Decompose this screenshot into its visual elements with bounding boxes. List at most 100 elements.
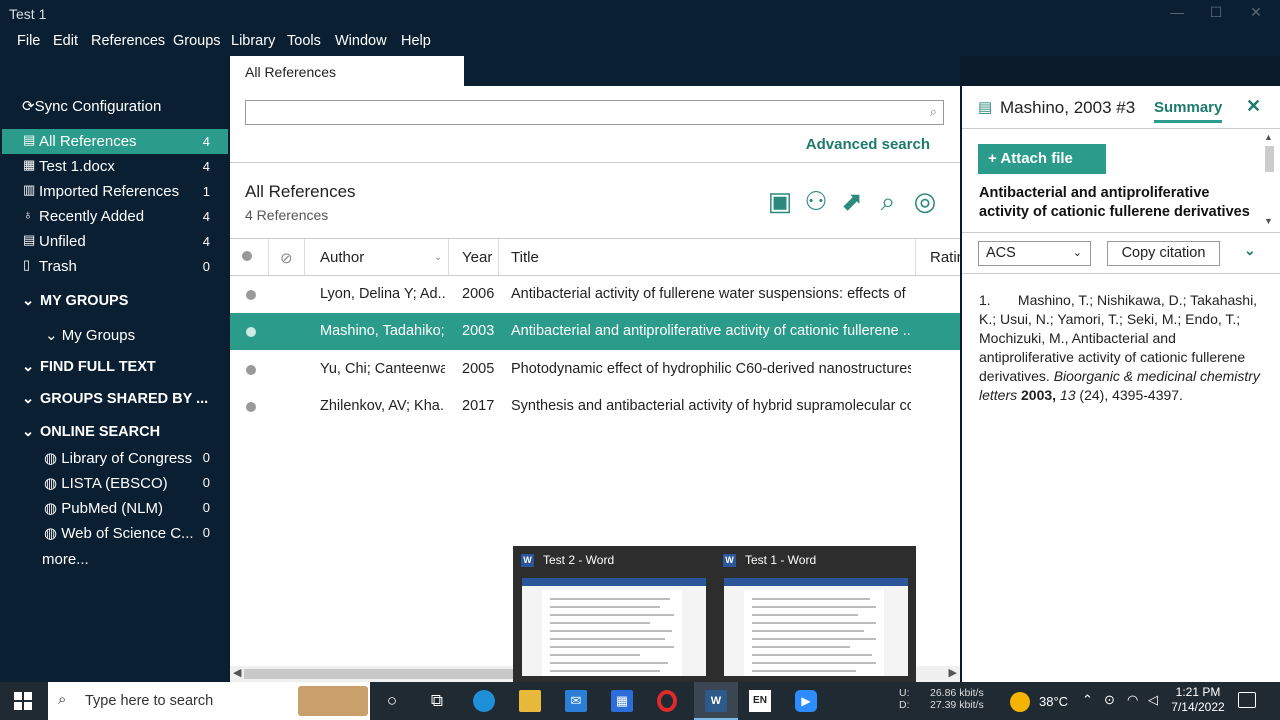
sidebar-item-count: 4 — [202, 159, 210, 174]
cortana-icon[interactable]: ○ — [381, 690, 403, 712]
bell-icon: ♁ — [23, 207, 33, 222]
vertical-scrollbar[interactable]: ▲ ▼ — [1262, 132, 1276, 227]
menu-edit[interactable]: Edit — [53, 33, 78, 49]
zoom-icon[interactable]: ▶ — [795, 690, 817, 712]
export-arrow-icon[interactable]: ⬈ — [835, 184, 869, 218]
document-preview — [724, 578, 908, 676]
sidebar-item-label: Imported References — [39, 183, 180, 200]
sidebar-item-recently-added[interactable]: ♁ Recently Added 4 — [2, 204, 228, 229]
word-icon[interactable]: W — [705, 690, 727, 712]
menu-groups[interactable]: Groups — [173, 33, 221, 49]
maximize-button[interactable]: ☐ — [1196, 4, 1236, 24]
scroll-down-icon[interactable]: ▼ — [1264, 216, 1273, 226]
menu-tools[interactable]: Tools — [287, 33, 321, 49]
citation-style-select[interactable]: ACS ⌄ — [978, 241, 1091, 266]
scrollbar-thumb[interactable] — [1265, 146, 1274, 172]
clipboard-icon: ▤ — [978, 99, 993, 116]
word-window-thumbnail[interactable]: W Test 2 - Word — [513, 546, 713, 682]
find-full-text-header[interactable]: ⌄ FIND FULL TEXT — [22, 359, 156, 375]
close-window-button[interactable]: ✕ — [1236, 4, 1276, 24]
mail-icon[interactable]: ✉ — [565, 690, 587, 712]
menu-window[interactable]: Window — [335, 33, 387, 49]
table-row[interactable]: Lyon, Delina Y; Ad... 2006 Antibacterial… — [230, 276, 960, 313]
scroll-left-icon[interactable]: ◀ — [233, 666, 241, 679]
endnote-icon[interactable]: EN — [749, 690, 771, 712]
menu-help[interactable]: Help — [401, 33, 431, 49]
find-pdf-icon[interactable]: ⌕ — [871, 184, 905, 218]
chevron-down-icon: ⌄ — [22, 293, 35, 309]
groups-shared-header[interactable]: ⌄ GROUPS SHARED BY ... — [22, 391, 208, 407]
menu-bar: File Edit References Groups Library Tool… — [0, 28, 1280, 56]
tray-chevron-up-icon[interactable]: ⌃ — [1082, 692, 1093, 708]
tab-strip: All References — [230, 56, 960, 86]
copy-citation-button[interactable]: Copy citation — [1107, 241, 1220, 266]
sidebar-item-label: Trash — [39, 258, 77, 275]
globe-icon: ◍ — [44, 500, 58, 517]
tab-all-references[interactable]: All References — [230, 56, 464, 86]
device-icon[interactable]: ⊙ — [1104, 692, 1115, 708]
online-item-library-of-congress[interactable]: ◍ Library of Congress 0 — [44, 449, 228, 467]
column-author[interactable]: Author — [320, 249, 364, 266]
sidebar-item-unfiled[interactable]: ▤ Unfiled 4 — [2, 229, 228, 254]
online-more-link[interactable]: more... — [42, 551, 89, 568]
column-rating[interactable]: Ratin — [930, 249, 960, 266]
my-groups-header[interactable]: ⌄ MY GROUPS — [22, 293, 128, 309]
edge-browser-icon[interactable] — [473, 690, 495, 712]
word-window-thumbnail[interactable]: W Test 1 - Word — [715, 546, 915, 682]
search-icon[interactable]: ⌕ — [930, 104, 937, 120]
chevron-down-icon[interactable]: ⌄ — [1244, 242, 1256, 259]
scroll-right-icon[interactable]: ▶ — [949, 666, 957, 679]
notifications-icon[interactable] — [1238, 692, 1256, 708]
clock[interactable]: 1:21 PM 7/14/2022 — [1166, 685, 1230, 715]
table-row[interactable]: Yu, Chi; Canteenwa... 2005 Photodynamic … — [230, 351, 960, 388]
volume-icon[interactable]: ◁ — [1148, 692, 1158, 708]
minimize-button[interactable]: — — [1157, 4, 1197, 24]
close-icon[interactable]: ✕ — [1246, 96, 1261, 117]
my-groups-subgroup[interactable]: ⌄ My Groups — [45, 326, 135, 344]
divider — [962, 232, 1280, 233]
online-search-header[interactable]: ⌄ ONLINE SEARCH — [22, 424, 160, 440]
sort-chevron-icon[interactable]: ⌄ — [434, 252, 442, 263]
tab-summary[interactable]: Summary — [1154, 99, 1223, 123]
advanced-search-link[interactable]: Advanced search — [806, 136, 930, 153]
menu-library[interactable]: Library — [231, 33, 275, 49]
opera-browser-icon[interactable] — [657, 690, 677, 712]
task-view-icon[interactable]: ⧉ — [426, 690, 448, 712]
store-icon[interactable]: ▦ — [611, 690, 633, 712]
share-user-icon[interactable]: ⚇ — [799, 184, 833, 218]
taskbar-search-box[interactable]: ⌕ Type here to search — [48, 682, 370, 720]
sidebar-item-count: 4 — [202, 134, 210, 149]
network-speed-labels: U: D: — [899, 687, 910, 711]
column-year[interactable]: Year — [462, 249, 492, 266]
search-icon: ⌕ — [58, 691, 67, 708]
weather-temperature[interactable]: 38°C — [1039, 694, 1068, 709]
online-item-lista[interactable]: ◍ LISTA (EBSCO) 0 — [44, 474, 228, 492]
sidebar-item-trash[interactable]: ▯ Trash 0 — [2, 254, 228, 279]
attach-file-button[interactable]: + Attach file — [978, 144, 1106, 174]
menu-file[interactable]: File — [17, 33, 40, 49]
online-item-web-of-science[interactable]: ◍ Web of Science C... 0 — [44, 524, 228, 542]
sync-configuration[interactable]: ⟳Sync Configuration — [22, 97, 161, 115]
attachment-column-icon[interactable]: ⊘ — [280, 249, 293, 267]
online-item-pubmed[interactable]: ◍ PubMed (NLM) 0 — [44, 499, 228, 517]
column-title[interactable]: Title — [511, 249, 539, 266]
scroll-up-icon[interactable]: ▲ — [1264, 132, 1273, 142]
wifi-icon[interactable]: ◠ — [1127, 692, 1138, 708]
new-reference-icon[interactable]: ▣ — [763, 184, 797, 218]
read-status-column-icon[interactable] — [242, 251, 252, 261]
search-input[interactable]: ⌕ — [245, 100, 944, 125]
sidebar-item-all-references[interactable]: ▤ All References 4 — [2, 129, 228, 154]
menu-references[interactable]: References — [91, 33, 165, 49]
windows-start-icon[interactable] — [14, 692, 32, 710]
sidebar-item-test-docx[interactable]: ▦ Test 1.docx 4 — [2, 154, 228, 179]
column-divider — [915, 239, 916, 275]
unread-dot-icon — [246, 290, 256, 300]
sidebar-item-imported-references[interactable]: ▥ Imported References 1 — [2, 179, 228, 204]
online-search-globe-icon[interactable]: ◎ — [908, 184, 942, 218]
file-explorer-icon[interactable] — [519, 690, 541, 712]
table-row[interactable]: Zhilenkov, AV; Kha... 2017 Synthesis and… — [230, 388, 960, 425]
reference-title: Antibacterial and antiproliferative acti… — [979, 185, 1250, 220]
word-icon: W — [521, 554, 534, 567]
table-row[interactable]: Mashino, Tadahiko;... 2003 Antibacterial… — [230, 313, 960, 350]
weather-sun-icon[interactable] — [1010, 692, 1030, 712]
